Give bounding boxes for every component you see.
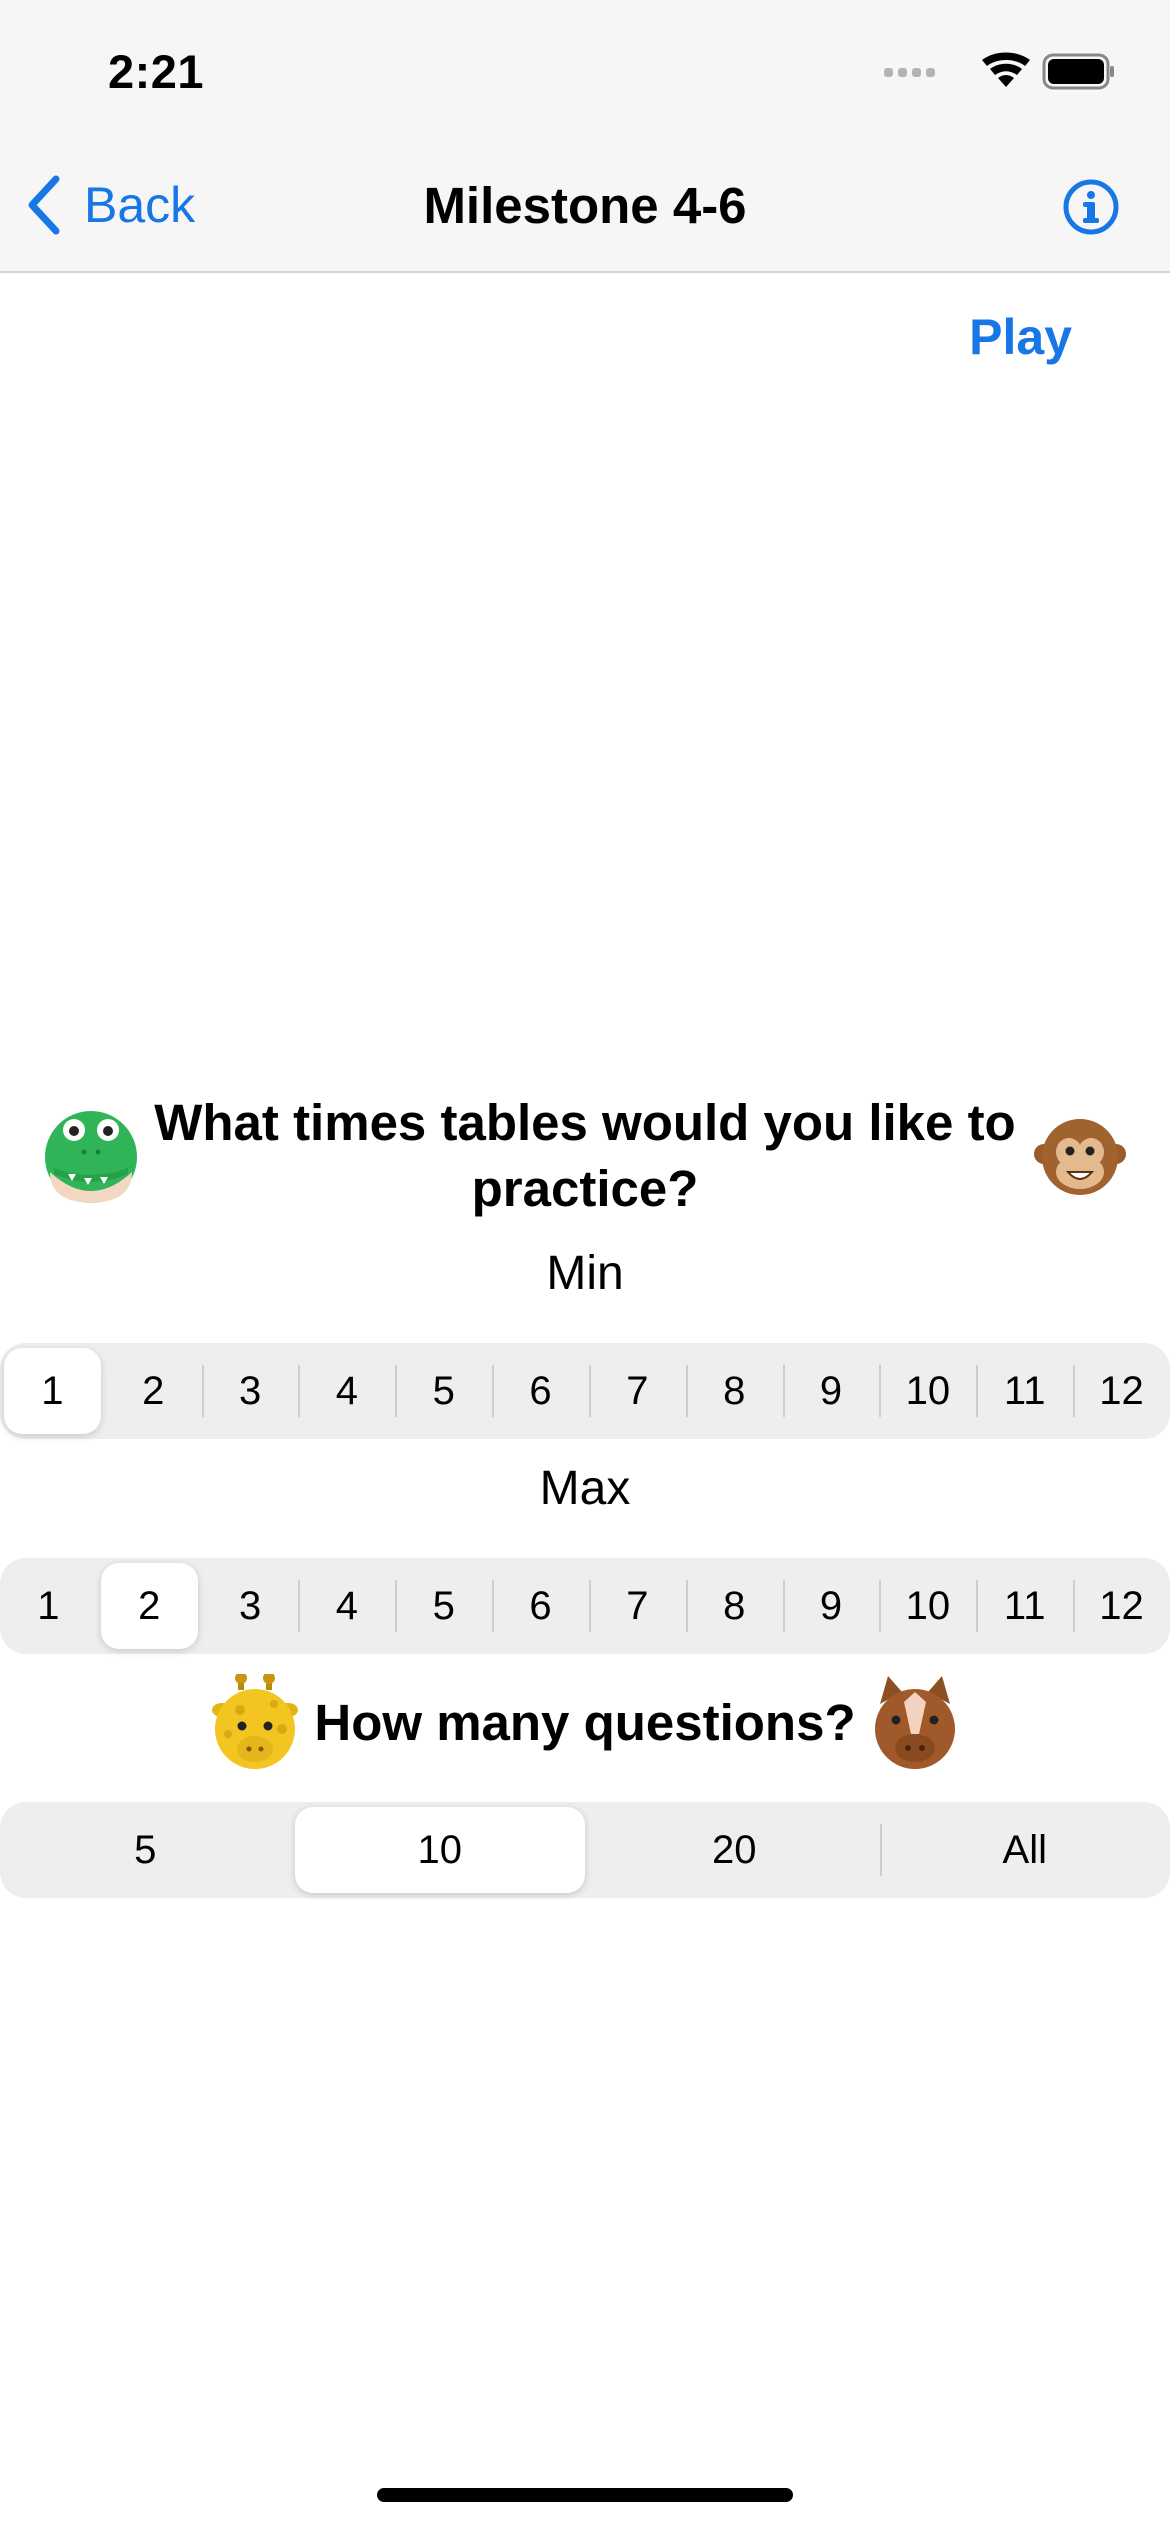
min-option-12[interactable]: 12 — [1073, 1343, 1170, 1439]
status-icons — [884, 52, 1114, 90]
max-option-11[interactable]: 11 — [976, 1558, 1073, 1654]
wifi-icon — [982, 52, 1030, 87]
max-option-6[interactable]: 6 — [492, 1558, 589, 1654]
min-option-9[interactable]: 9 — [782, 1343, 880, 1439]
min-option-4[interactable]: 4 — [298, 1343, 395, 1439]
max-option-4[interactable]: 4 — [298, 1558, 395, 1654]
status-time: 2:21 — [108, 45, 205, 98]
tables-header: What times tables would you like to prac… — [0, 1090, 1170, 1240]
max-option-1[interactable]: 1 — [0, 1558, 97, 1654]
max-segmented-control: 1 2 3 4 5 6 7 8 9 10 11 12 — [0, 1558, 1170, 1654]
play-button[interactable]: Play — [969, 308, 1072, 366]
questions-header: How many questions? — [0, 1670, 1170, 1780]
count-option-20[interactable]: 20 — [589, 1802, 880, 1898]
horse-icon — [875, 1676, 955, 1769]
tables-question: What times tables would you like to prac… — [154, 1094, 1016, 1217]
info-icon[interactable] — [1062, 178, 1120, 236]
min-option-2[interactable]: 2 — [105, 1343, 202, 1439]
max-option-5[interactable]: 5 — [395, 1558, 492, 1654]
max-option-2[interactable]: 2 — [100, 1563, 198, 1649]
min-option-3[interactable]: 3 — [201, 1343, 299, 1439]
max-option-7[interactable]: 7 — [588, 1558, 686, 1654]
min-option-7[interactable]: 7 — [588, 1343, 686, 1439]
monkey-icon — [1034, 1119, 1126, 1195]
min-option-5[interactable]: 5 — [395, 1343, 492, 1439]
min-option-1[interactable]: 1 — [4, 1348, 101, 1434]
question-count-segmented-control: 5 10 20 All — [0, 1802, 1170, 1898]
min-label: Min — [546, 1247, 624, 1300]
count-option-10[interactable]: 10 — [294, 1807, 585, 1893]
page-title: Milestone 4-6 — [423, 177, 747, 234]
home-indicator[interactable] — [377, 2488, 793, 2502]
min-option-6[interactable]: 6 — [492, 1343, 589, 1439]
min-option-8[interactable]: 8 — [685, 1343, 783, 1439]
min-segmented-control: 1 2 3 4 5 6 7 8 9 10 11 12 — [0, 1343, 1170, 1439]
battery-icon — [1042, 53, 1114, 90]
navigation-bar: 2:21 Back Milestone 4-6 — [0, 0, 1170, 273]
max-label: Max — [539, 1462, 631, 1515]
max-option-10[interactable]: 10 — [879, 1558, 976, 1654]
max-option-8[interactable]: 8 — [685, 1558, 783, 1654]
min-option-10[interactable]: 10 — [879, 1343, 976, 1439]
count-option-all[interactable]: All — [879, 1802, 1170, 1898]
min-option-11[interactable]: 11 — [976, 1343, 1073, 1439]
max-option-12[interactable]: 12 — [1073, 1558, 1170, 1654]
crocodile-icon — [45, 1111, 137, 1203]
max-option-3[interactable]: 3 — [202, 1558, 299, 1654]
max-option-9[interactable]: 9 — [782, 1558, 880, 1654]
count-option-5[interactable]: 5 — [0, 1802, 291, 1898]
cellular-signal-icon — [884, 68, 935, 77]
